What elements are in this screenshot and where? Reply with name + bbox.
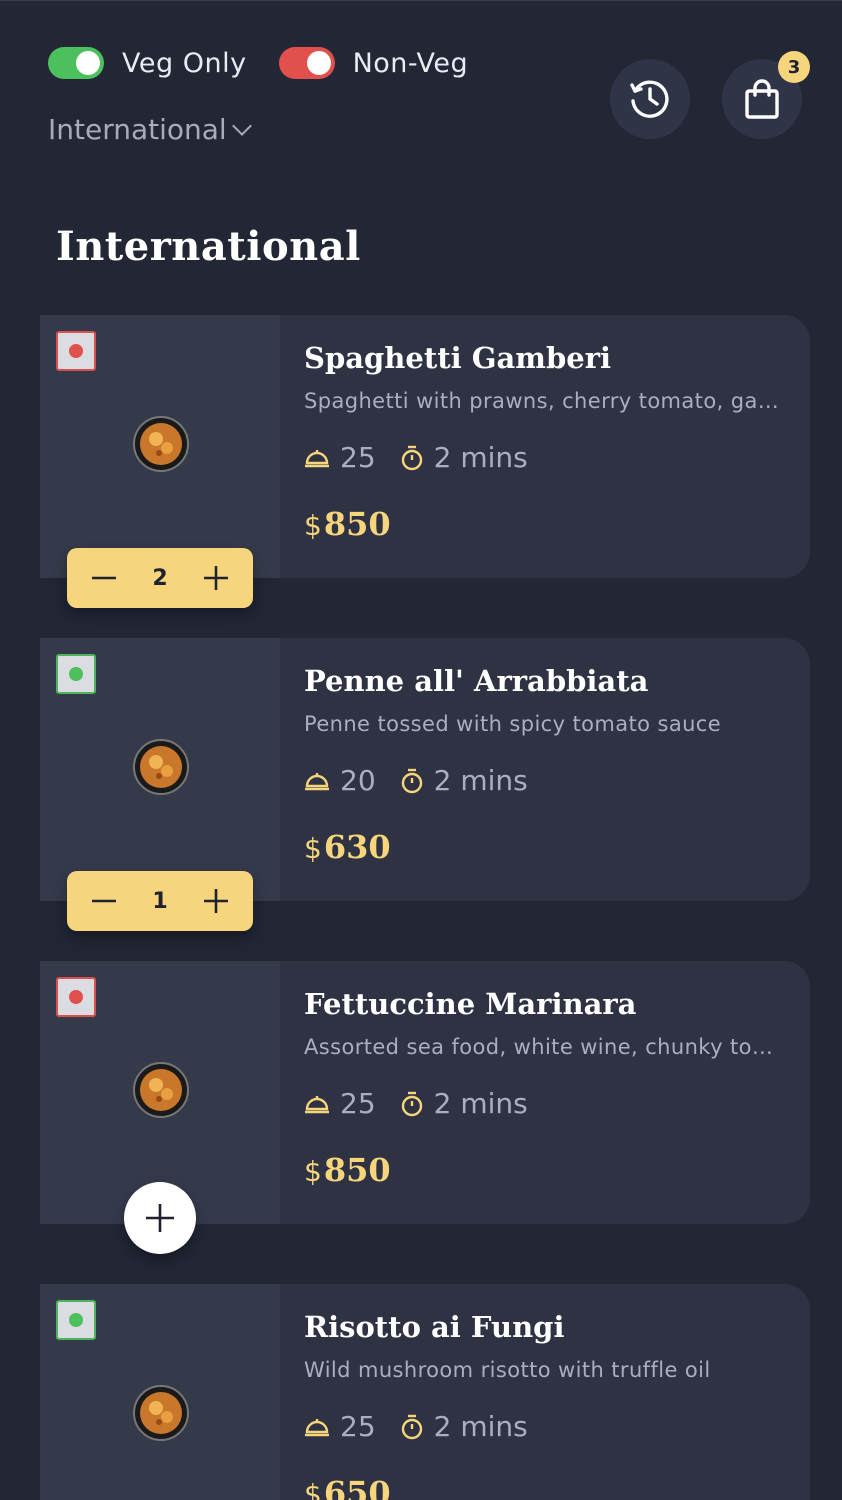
dish-image-pane: 1 [40, 638, 280, 931]
history-icon [630, 80, 669, 118]
dish-price: $ 650 [304, 1474, 391, 1500]
stopwatch-icon [401, 1414, 422, 1439]
menu-item-card[interactable]: 1 Penne all' Arrabbiata Penne tossed wit… [40, 638, 810, 931]
cloche-icon [305, 449, 329, 467]
veg-indicator [56, 1300, 96, 1340]
currency-symbol: $ [304, 509, 322, 542]
dish-meta: 25 2 mins [304, 1087, 552, 1120]
cloche-icon [305, 1095, 329, 1113]
dish-image [133, 1062, 189, 1118]
price-amount: 850 [323, 505, 391, 543]
quantity-value: 1 [152, 888, 168, 914]
non-veg-indicator [56, 977, 96, 1017]
prep-time-value: 2 mins [433, 441, 528, 474]
currency-symbol: $ [304, 1155, 322, 1188]
prep-time: 2 mins [400, 1087, 528, 1120]
dish-description: Assorted sea food, white wine, chunky to… [304, 1035, 784, 1059]
dish-name: Spaghetti Gamberi [304, 341, 611, 375]
non-veg-toggle[interactable]: Non-Veg [278, 47, 469, 79]
cloche-icon [305, 1418, 329, 1436]
dish-image-pane [40, 961, 280, 1254]
non-veg-label: Non-Veg [352, 47, 469, 79]
cart-count-badge: 3 [778, 51, 810, 83]
plus-icon [146, 1204, 174, 1232]
dish-info: Fettuccine Marinara Assorted sea food, w… [280, 961, 810, 1224]
add-to-cart-button[interactable] [124, 1182, 196, 1254]
dish-meta: 25 2 mins [304, 441, 552, 474]
plus-icon[interactable] [203, 565, 229, 591]
dish-image [133, 416, 189, 472]
dish-info: Spaghetti Gamberi Spaghetti with prawns,… [280, 315, 810, 578]
prep-time: 2 mins [400, 1410, 528, 1443]
dish-image [133, 739, 189, 795]
price-amount: 650 [323, 1474, 391, 1500]
dish-description: Spaghetti with prawns, cherry tomato, ga… [304, 389, 784, 413]
price-amount: 850 [323, 1151, 391, 1189]
dish-image [133, 1385, 189, 1441]
minus-icon[interactable] [91, 565, 117, 591]
serves-value: 20 [340, 764, 376, 797]
prep-time-value: 2 mins [433, 764, 528, 797]
prep-time: 2 mins [400, 764, 528, 797]
prep-time-value: 2 mins [433, 1087, 528, 1120]
cloche-icon [305, 772, 329, 790]
prep-time: 2 mins [400, 441, 528, 474]
quantity-stepper[interactable]: 1 [67, 871, 253, 931]
stopwatch-icon [401, 1091, 422, 1116]
dish-price: $ 850 [304, 1151, 391, 1189]
quantity-value: 2 [152, 565, 168, 591]
dish-name: Penne all' Arrabbiata [304, 664, 649, 698]
currency-symbol: $ [304, 1478, 322, 1500]
order-history-button[interactable] [610, 59, 690, 139]
menu-item-card[interactable]: Fettuccine Marinara Assorted sea food, w… [40, 961, 810, 1254]
category-dropdown[interactable]: International [48, 113, 252, 146]
serves-value: 25 [340, 441, 376, 474]
serves-count: 20 [304, 764, 376, 797]
chevron-down-icon [231, 115, 252, 136]
serves-count: 25 [304, 441, 376, 474]
currency-symbol: $ [304, 832, 322, 865]
price-amount: 630 [323, 828, 391, 866]
dish-meta: 20 2 mins [304, 764, 552, 797]
non-veg-indicator [56, 331, 96, 371]
category-dropdown-value: International [48, 113, 227, 146]
stopwatch-icon [401, 445, 422, 470]
dish-description: Penne tossed with spicy tomato sauce [304, 712, 722, 736]
serves-value: 25 [340, 1087, 376, 1120]
veg-only-toggle[interactable]: Veg Only [48, 47, 247, 79]
dish-meta: 25 2 mins [304, 1410, 552, 1443]
dish-price: $ 630 [304, 828, 391, 866]
serves-count: 25 [304, 1087, 376, 1120]
section-title: International [56, 223, 361, 270]
stopwatch-icon [401, 768, 422, 793]
serves-count: 25 [304, 1410, 376, 1443]
menu-item-card[interactable]: 2 Spaghetti Gamberi Spaghetti with prawn… [40, 315, 810, 608]
veg-only-label: Veg Only [122, 47, 247, 79]
veg-only-switch[interactable] [48, 47, 104, 79]
dish-name: Fettuccine Marinara [304, 987, 637, 1021]
dish-price: $ 850 [304, 505, 391, 543]
menu-item-card[interactable]: Risotto ai Fungi Wild mushroom risotto w… [40, 1284, 810, 1500]
diet-filters: Veg Only Non-Veg [48, 47, 500, 79]
plus-icon[interactable] [203, 888, 229, 914]
serves-value: 25 [340, 1410, 376, 1443]
dish-info: Penne all' Arrabbiata Penne tossed with … [280, 638, 810, 901]
dish-image-pane [40, 1284, 280, 1500]
non-veg-switch[interactable] [278, 47, 335, 79]
prep-time-value: 2 mins [433, 1410, 528, 1443]
veg-indicator [56, 654, 96, 694]
shopping-bag-icon [745, 79, 779, 119]
dish-description: Wild mushroom risotto with truffle oil [304, 1358, 711, 1382]
dish-image-pane: 2 [40, 315, 280, 608]
minus-icon[interactable] [91, 888, 117, 914]
quantity-stepper[interactable]: 2 [67, 548, 253, 608]
dish-name: Risotto ai Fungi [304, 1310, 565, 1344]
dish-info: Risotto ai Fungi Wild mushroom risotto w… [280, 1284, 810, 1500]
